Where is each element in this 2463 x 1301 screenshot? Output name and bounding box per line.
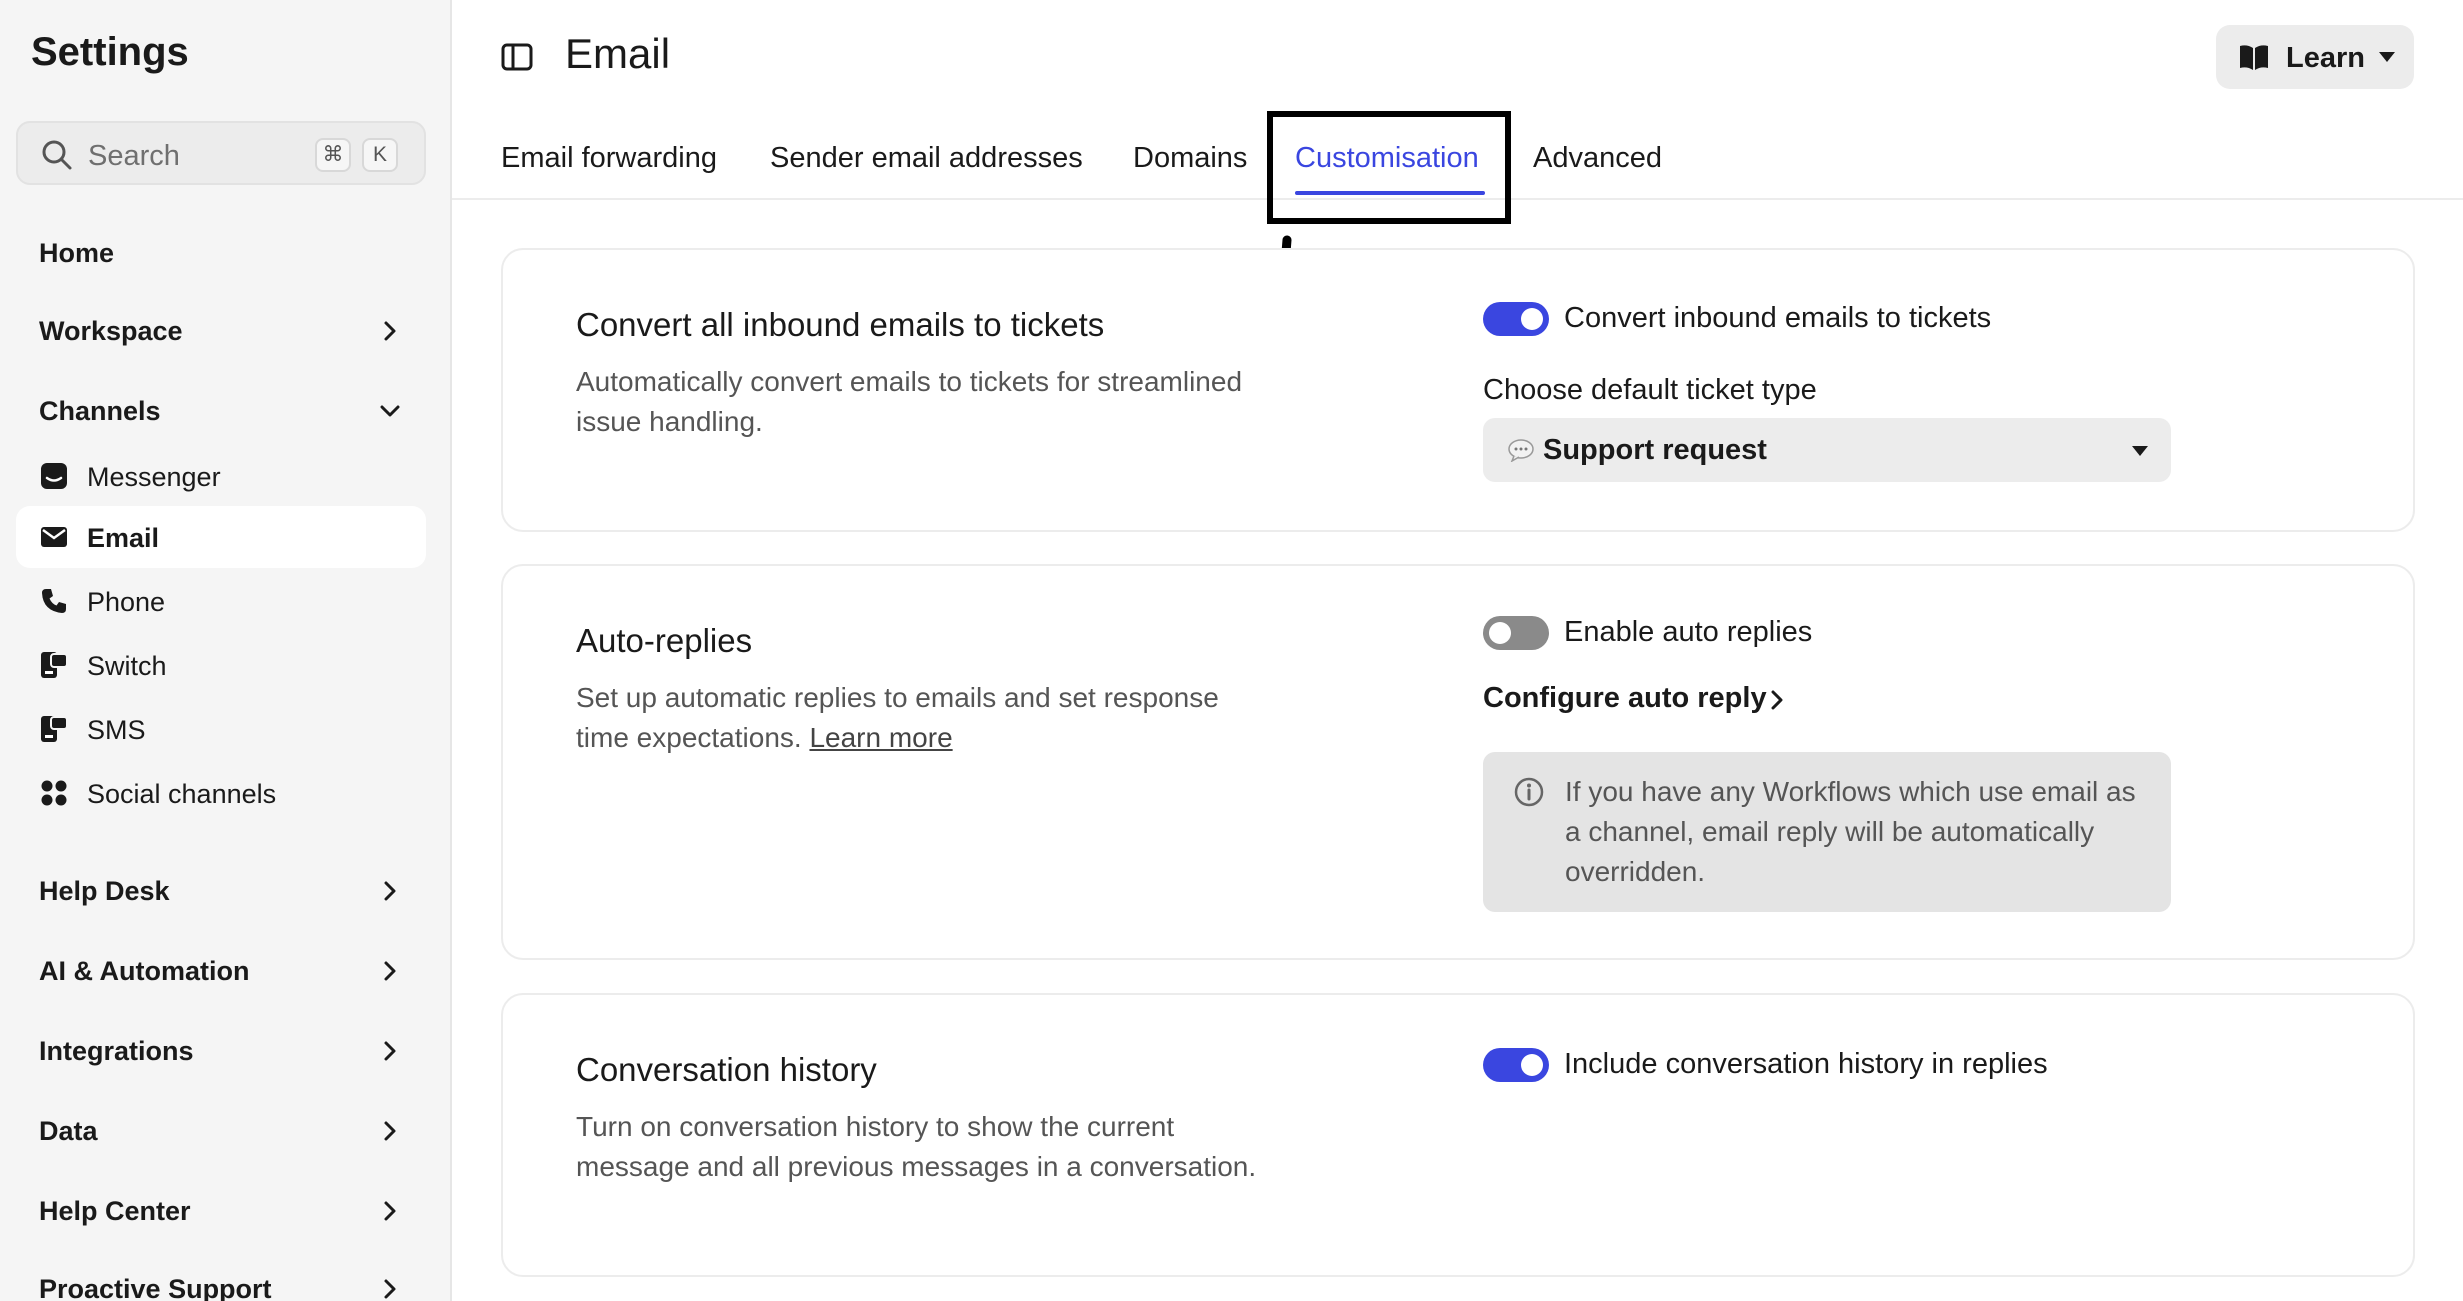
sidebar-item-email[interactable]: Email <box>16 506 426 568</box>
sidebar-item-sms[interactable]: SMS <box>16 698 426 760</box>
conversation-history-toggle[interactable] <box>1483 1048 1549 1082</box>
auto-replies-card: Auto-replies Set up automatic replies to… <box>501 564 2415 960</box>
card-description: Set up automatic replies to emails and s… <box>576 678 1276 758</box>
search-placeholder: Search <box>88 140 180 172</box>
shortcut-key-cmd: ⌘ <box>315 138 351 172</box>
card-title: Conversation history <box>576 1051 877 1088</box>
switch-icon <box>41 652 68 678</box>
messenger-icon <box>41 463 67 489</box>
learn-label: Learn <box>2286 42 2365 74</box>
conversation-history-label: Include conversation history in replies <box>1564 1048 2048 1080</box>
sidebar-item-label: Help Center <box>39 1196 191 1226</box>
book-icon <box>2240 45 2268 70</box>
sidebar-item-label: Email <box>87 523 160 553</box>
workflow-override-note: If you have any Workflows which use emai… <box>1483 752 2171 912</box>
shortcut-key-k: K <box>362 138 398 172</box>
sidebar-item-messenger[interactable]: Messenger <box>16 445 426 507</box>
chevron-down-icon <box>380 405 400 417</box>
card-title: Convert all inbound emails to tickets <box>576 306 1105 343</box>
sidebar-item-channels[interactable]: Channels <box>39 396 413 427</box>
speech-bubble-icon <box>1508 439 1534 462</box>
sidebar-item-workspace[interactable]: Workspace <box>39 316 413 347</box>
page-title: Email <box>565 30 671 77</box>
tab-domains[interactable]: Domains <box>1133 142 1247 175</box>
chevron-right-icon <box>384 961 396 981</box>
learn-more-link[interactable]: Learn more <box>809 722 952 753</box>
sidebar-item-social-channels[interactable]: Social channels <box>16 762 426 824</box>
sidebar-item-ai-automation[interactable]: AI & Automation <box>39 956 413 987</box>
sms-icon <box>41 716 68 742</box>
sidebar-item-data[interactable]: Data <box>39 1116 413 1147</box>
toggle-knob <box>1489 622 1511 644</box>
chevron-right-icon <box>1771 690 1783 710</box>
sidebar-item-home[interactable]: Home <box>39 238 413 269</box>
chevron-right-icon <box>384 881 396 901</box>
tab-highlight-box <box>1267 111 1511 224</box>
envelope-icon <box>41 527 67 547</box>
ticket-type-select[interactable]: Support request <box>1483 418 2171 482</box>
sidebar-toggle-icon[interactable] <box>500 40 534 74</box>
sidebar-item-switch[interactable]: Switch <box>16 634 426 696</box>
tab-sender-email-addresses[interactable]: Sender email addresses <box>770 142 1083 175</box>
sidebar-item-label: Workspace <box>39 316 183 346</box>
chevron-right-icon <box>384 321 396 341</box>
sidebar-item-integrations[interactable]: Integrations <box>39 1036 413 1067</box>
ticket-type-value: Support request <box>1543 434 1767 466</box>
conversation-history-card: Conversation history Turn on conversatio… <box>501 993 2415 1277</box>
search-icon <box>42 140 72 170</box>
card-description: Turn on conversation history to show the… <box>576 1111 1257 1182</box>
sidebar-item-label: Data <box>39 1116 98 1146</box>
sidebar-item-label: Integrations <box>39 1036 194 1066</box>
chevron-right-icon <box>384 1041 396 1061</box>
caret-down-icon <box>2132 446 2148 456</box>
settings-sidebar: Settings Search ⌘ K Home Workspace Chann… <box>0 0 452 1301</box>
sidebar-item-proactive-support[interactable]: Proactive Support <box>39 1274 413 1301</box>
toggle-knob <box>1521 308 1543 330</box>
ticket-type-label: Choose default ticket type <box>1483 374 1817 406</box>
auto-replies-toggle[interactable] <box>1483 616 1549 650</box>
sidebar-item-label: Phone <box>87 587 166 617</box>
convert-emails-label: Convert inbound emails to tickets <box>1564 302 1992 334</box>
sidebar-item-label: Help Desk <box>39 876 170 906</box>
settings-window: Settings Search ⌘ K Home Workspace Chann… <box>0 0 2463 1301</box>
tab-email-forwarding[interactable]: Email forwarding <box>501 142 717 175</box>
sidebar-item-help-center[interactable]: Help Center <box>39 1196 413 1227</box>
sidebar-item-label: Switch <box>87 651 167 681</box>
sidebar-item-label: Proactive Support <box>39 1274 272 1301</box>
convert-tickets-card: Convert all inbound emails to tickets Au… <box>501 248 2415 532</box>
sidebar-item-phone[interactable]: Phone <box>16 570 426 632</box>
configure-auto-reply-link[interactable]: Configure auto reply <box>1483 682 1767 715</box>
tab-advanced[interactable]: Advanced <box>1533 142 1662 175</box>
card-title: Auto-replies <box>576 622 753 659</box>
chevron-right-icon <box>384 1279 396 1299</box>
sidebar-item-label: Social channels <box>87 779 277 809</box>
sidebar-item-label: Messenger <box>87 462 221 492</box>
convert-emails-toggle[interactable] <box>1483 302 1549 336</box>
info-icon <box>1514 777 1544 807</box>
sidebar-item-help-desk[interactable]: Help Desk <box>39 876 413 907</box>
sidebar-item-label: Channels <box>39 396 161 426</box>
chevron-right-icon <box>384 1121 396 1141</box>
sidebar-item-label: SMS <box>87 715 146 745</box>
grid-icon <box>41 780 67 806</box>
toggle-knob <box>1521 1054 1543 1076</box>
phone-icon <box>42 589 66 613</box>
sidebar-title: Settings <box>31 30 189 74</box>
auto-replies-label: Enable auto replies <box>1564 616 1813 648</box>
sidebar-item-label: AI & Automation <box>39 956 250 986</box>
workflow-note-text: If you have any Workflows which use emai… <box>1565 776 2136 887</box>
sidebar-item-label: Home <box>39 238 115 268</box>
search-input[interactable]: Search ⌘ K <box>16 121 426 185</box>
card-description: Automatically convert emails to tickets … <box>576 366 1243 437</box>
learn-button[interactable]: Learn <box>2216 25 2414 89</box>
chevron-right-icon <box>384 1201 396 1221</box>
caret-down-icon <box>2379 52 2395 62</box>
